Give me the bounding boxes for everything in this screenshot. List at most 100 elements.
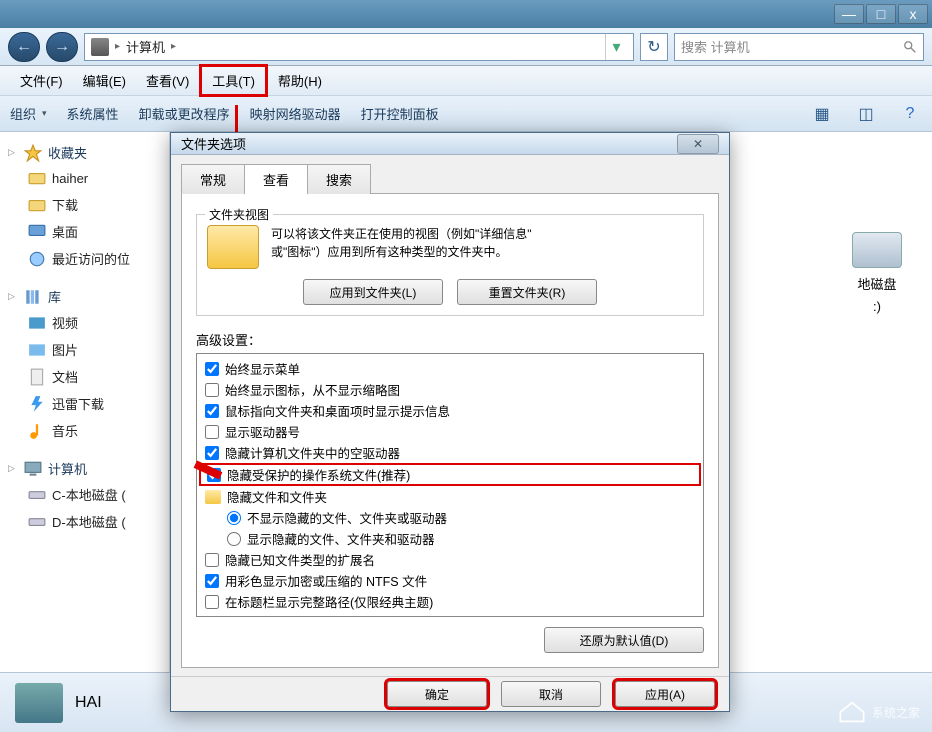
drive-icon (28, 513, 46, 531)
control-panel-button[interactable]: 打开控制面板 (361, 104, 439, 123)
close-button[interactable]: x (898, 4, 928, 24)
preview-pane-icon[interactable]: ◫ (854, 102, 878, 126)
sidebar: ▷收藏夹 haiher 下载 桌面 最近访问的位 ▷库 视频 图片 文档 迅雷下… (0, 132, 170, 732)
adv-option-4[interactable]: 隐藏计算机文件夹中的空驱动器 (199, 442, 701, 463)
check-input[interactable] (205, 595, 219, 609)
window-titlebar: — □ x (0, 0, 932, 28)
refresh-button[interactable]: ↻ (640, 33, 668, 61)
organize-button[interactable]: 组织 (10, 104, 47, 123)
thunder-icon (28, 395, 46, 413)
adv-option-9[interactable]: 隐藏已知文件类型的扩展名 (199, 549, 701, 570)
document-icon (28, 368, 46, 386)
adv-option-3[interactable]: 显示驱动器号 (199, 421, 701, 442)
drive-icon (852, 232, 902, 268)
cancel-button[interactable]: 取消 (501, 681, 601, 707)
sidebar-item-pictures[interactable]: 图片 (0, 336, 169, 363)
view-desc-line1: 可以将该文件夹正在使用的视图（例如"详细信息" (271, 225, 532, 243)
house-icon (838, 700, 866, 724)
library-icon (24, 288, 42, 306)
radio-input[interactable] (227, 511, 241, 525)
dialog-footer: 确定 取消 应用(A) (171, 676, 729, 711)
sidebar-item-recent[interactable]: 最近访问的位 (0, 245, 169, 272)
adv-option-6[interactable]: 隐藏文件和文件夹 (199, 486, 701, 507)
watermark: 系统之家 (838, 700, 920, 724)
check-input[interactable] (205, 362, 219, 376)
reset-folders-button[interactable]: 重置文件夹(R) (457, 279, 597, 305)
adv-label-text: 隐藏文件和文件夹 (227, 487, 327, 506)
check-input[interactable] (205, 383, 219, 397)
breadcrumb-text[interactable]: 计算机 (126, 37, 165, 56)
folder-icon (205, 490, 221, 504)
sidebar-libraries-head[interactable]: ▷库 (0, 284, 169, 309)
drive-item[interactable]: 地磁盘 :) (852, 232, 902, 314)
dialog-tabs: 常规 查看 搜索 (181, 163, 719, 194)
adv-label-text: 不显示隐藏的文件、文件夹或驱动器 (247, 508, 447, 527)
minimize-button[interactable]: — (834, 4, 864, 24)
address-dropdown-icon[interactable]: ▾ (605, 34, 627, 60)
sidebar-item-d-drive[interactable]: D-本地磁盘 ( (0, 508, 169, 535)
dialog-close-button[interactable]: ✕ (677, 134, 719, 154)
advanced-settings-list[interactable]: 始终显示菜单始终显示图标，从不显示缩略图鼠标指向文件夹和桌面项时显示提示信息显示… (196, 353, 704, 617)
help-icon[interactable]: ? (898, 102, 922, 126)
view-mode-icon[interactable]: ▦ (810, 102, 834, 126)
sidebar-item-desktop[interactable]: 桌面 (0, 218, 169, 245)
adv-label-text: 显示驱动器号 (225, 422, 300, 441)
check-input[interactable] (205, 574, 219, 588)
sidebar-item-documents[interactable]: 文档 (0, 363, 169, 390)
adv-label-text: 隐藏已知文件类型的扩展名 (225, 550, 375, 569)
sidebar-item-downloads[interactable]: 下载 (0, 191, 169, 218)
apply-to-folders-button[interactable]: 应用到文件夹(L) (303, 279, 443, 305)
sidebar-item-c-drive[interactable]: C-本地磁盘 ( (0, 481, 169, 508)
adv-option-2[interactable]: 鼠标指向文件夹和桌面项时显示提示信息 (199, 400, 701, 421)
menu-edit[interactable]: 编辑(E) (73, 67, 136, 94)
tab-general[interactable]: 常规 (181, 164, 245, 194)
adv-option-10[interactable]: 用彩色显示加密或压缩的 NTFS 文件 (199, 570, 701, 591)
dialog-titlebar: 文件夹选项 ✕ (171, 133, 729, 155)
desktop-icon (28, 223, 46, 241)
folder-options-dialog: 文件夹选项 ✕ 常规 查看 搜索 文件夹视图 可以将该文件夹正在使用的视图（例如… (170, 132, 730, 712)
picture-icon (28, 341, 46, 359)
sidebar-item-video[interactable]: 视频 (0, 309, 169, 336)
check-input[interactable] (205, 553, 219, 567)
check-input[interactable] (205, 425, 219, 439)
sidebar-item-haiher[interactable]: haiher (0, 165, 169, 191)
search-input[interactable]: 搜索 计算机 (674, 33, 924, 61)
radio-input[interactable] (227, 532, 241, 546)
address-bar[interactable]: ▸ 计算机 ▸ ▾ (84, 33, 634, 61)
menu-view[interactable]: 查看(V) (136, 67, 199, 94)
sidebar-favorites-head[interactable]: ▷收藏夹 (0, 140, 169, 165)
menu-help[interactable]: 帮助(H) (268, 67, 332, 94)
nav-row: ← → ▸ 计算机 ▸ ▾ ↻ 搜索 计算机 (0, 28, 932, 66)
forward-button[interactable]: → (46, 32, 78, 62)
dialog-title: 文件夹选项 (181, 134, 246, 153)
adv-option-0[interactable]: 始终显示菜单 (199, 358, 701, 379)
apply-button[interactable]: 应用(A) (615, 681, 715, 707)
search-placeholder: 搜索 计算机 (681, 37, 750, 56)
restore-defaults-button[interactable]: 还原为默认值(D) (544, 627, 704, 653)
tab-search[interactable]: 搜索 (307, 164, 371, 194)
maximize-button[interactable]: □ (866, 4, 896, 24)
menu-file[interactable]: 文件(F) (10, 67, 73, 94)
check-input[interactable] (205, 404, 219, 418)
annotation-checkmark (184, 450, 214, 468)
view-desc-line2: 或"图标"）应用到所有这种类型的文件夹中。 (271, 243, 532, 261)
drive-sub: :) (873, 299, 881, 314)
status-text: HAI (75, 694, 102, 712)
adv-option-7[interactable]: 不显示隐藏的文件、文件夹或驱动器 (199, 507, 701, 528)
sidebar-item-music[interactable]: 音乐 (0, 417, 169, 444)
tab-view[interactable]: 查看 (244, 164, 308, 194)
map-drive-button[interactable]: 映射网络驱动器 (250, 104, 341, 123)
sidebar-item-thunder[interactable]: 迅雷下载 (0, 390, 169, 417)
uninstall-button[interactable]: 卸载或更改程序 (139, 104, 230, 123)
adv-option-8[interactable]: 显示隐藏的文件、文件夹和驱动器 (199, 528, 701, 549)
sidebar-computer-head[interactable]: ▷计算机 (0, 456, 169, 481)
back-button[interactable]: ← (8, 32, 40, 62)
ok-button[interactable]: 确定 (387, 681, 487, 707)
adv-option-5[interactable]: 隐藏受保护的操作系统文件(推荐) (199, 463, 701, 486)
adv-option-11[interactable]: 在标题栏显示完整路径(仅限经典主题) (199, 591, 701, 612)
adv-option-1[interactable]: 始终显示图标，从不显示缩略图 (199, 379, 701, 400)
breadcrumb-sep-icon: ▸ (115, 41, 120, 52)
menu-tools[interactable]: 工具(T) (199, 64, 268, 97)
view-legend: 文件夹视图 (205, 206, 273, 223)
system-props-button[interactable]: 系统属性 (67, 104, 119, 123)
